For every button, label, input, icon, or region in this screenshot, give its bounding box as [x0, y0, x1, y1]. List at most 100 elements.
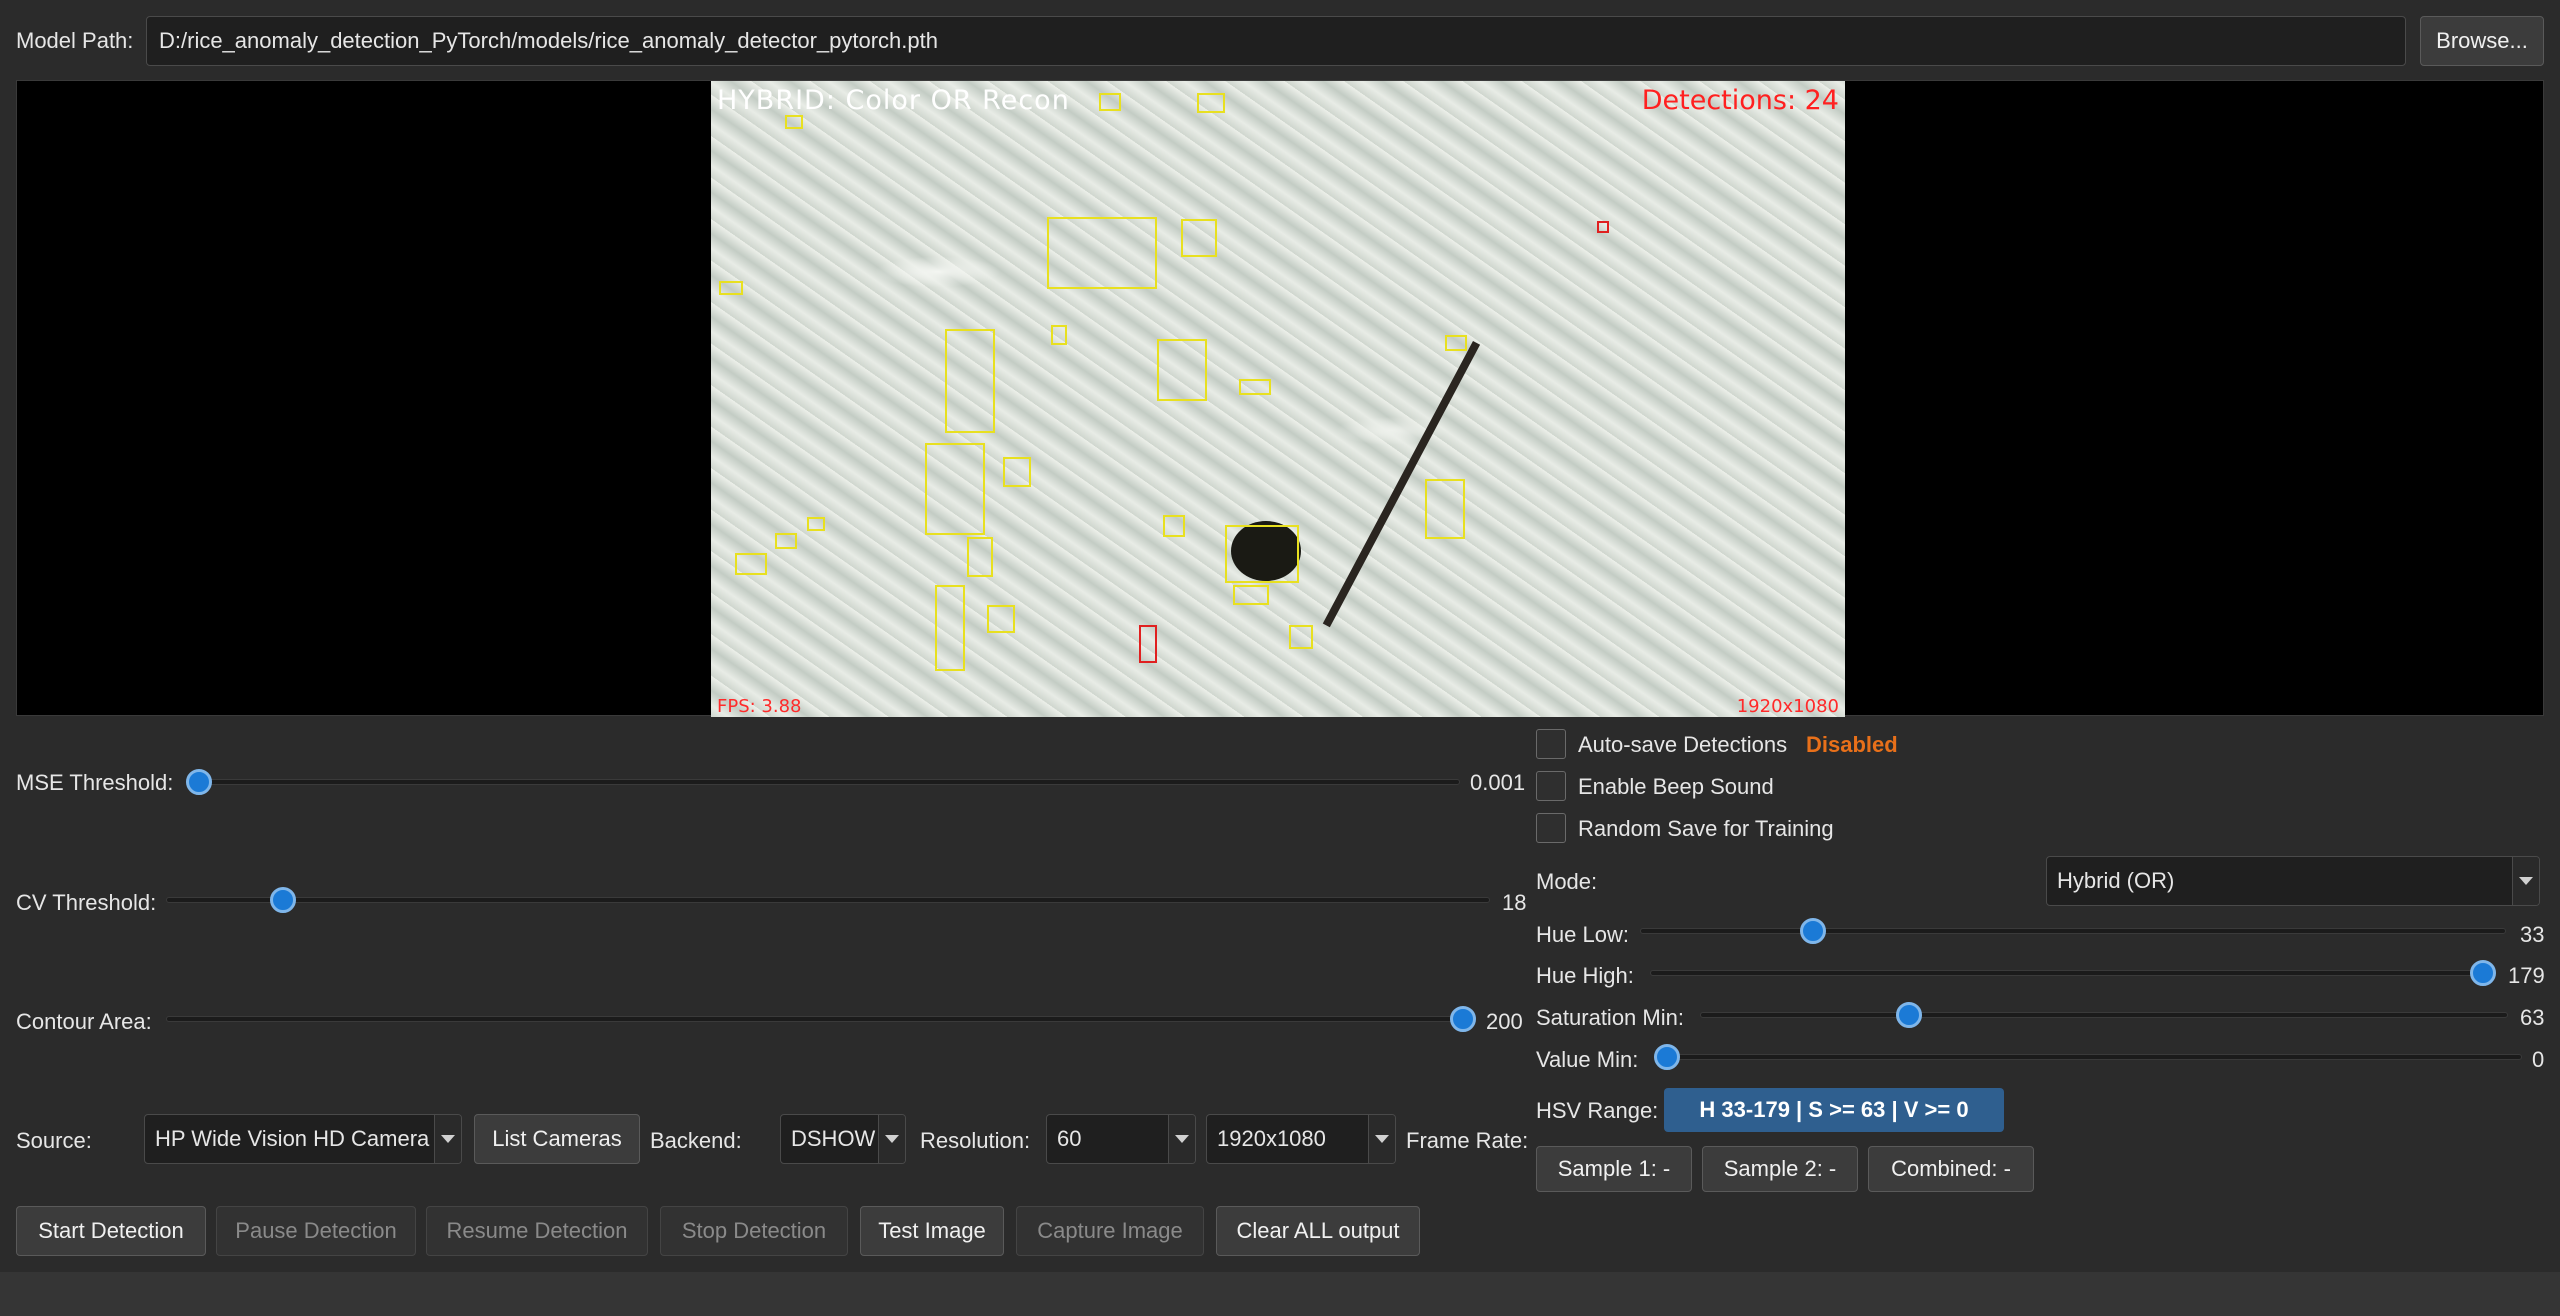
sample2-button[interactable]: Sample 2: - — [1702, 1146, 1858, 1192]
resolution-select[interactable]: 60 — [1046, 1114, 1196, 1164]
detection-box — [735, 553, 767, 575]
mode-select-value: Hybrid (OR) — [2057, 868, 2175, 893]
slider-handle[interactable] — [1800, 918, 1826, 944]
model-path-label: Model Path: — [16, 28, 134, 53]
capture-image-button[interactable]: Capture Image — [1016, 1206, 1204, 1256]
detection-box — [945, 329, 995, 433]
autosave-label: Auto-save Detections — [1578, 732, 1788, 757]
start-detection-button[interactable]: Start Detection — [16, 1206, 206, 1256]
backend-label: Backend: — [650, 1128, 742, 1153]
test-image-button[interactable]: Test Image — [860, 1206, 1004, 1256]
detection-box — [1425, 479, 1465, 539]
contour-area-value: 200 — [1486, 1009, 1523, 1034]
detection-box — [807, 517, 825, 531]
alert-box — [1597, 221, 1609, 233]
alert-box — [1139, 625, 1157, 663]
cv-threshold-slider[interactable] — [166, 887, 1490, 913]
resolution-select-value: 60 — [1057, 1126, 1082, 1151]
hue-low-slider[interactable] — [1640, 918, 2506, 944]
detection-box — [1197, 93, 1225, 113]
resolution-readout: 1920x1080 — [1736, 696, 1839, 717]
combined-button[interactable]: Combined: - — [1868, 1146, 2034, 1192]
slider-handle[interactable] — [1896, 1002, 1922, 1028]
slider-track — [166, 1016, 1476, 1022]
resume-detection-button[interactable]: Resume Detection — [426, 1206, 648, 1256]
chevron-down-icon — [1168, 1115, 1195, 1163]
model-path-input[interactable]: D:/rice_anomaly_detection_PyTorch/models… — [146, 16, 2406, 66]
slider-handle[interactable] — [186, 769, 212, 795]
hsv-range-badge: H 33-179 | S >= 63 | V >= 0 — [1664, 1088, 2004, 1132]
pause-detection-button[interactable]: Pause Detection — [216, 1206, 416, 1256]
random-save-checkbox[interactable] — [1536, 813, 1566, 843]
detection-box — [925, 443, 985, 535]
detection-box — [719, 281, 743, 295]
contour-area-label: Contour Area: — [16, 1009, 152, 1034]
detection-box — [1163, 515, 1185, 537]
hue-high-label: Hue High: — [1536, 963, 1634, 988]
detection-box — [935, 585, 965, 671]
detection-box — [1445, 335, 1467, 351]
detection-box — [1051, 325, 1067, 345]
slider-track — [1700, 1012, 2508, 1018]
cv-threshold-label: CV Threshold: — [16, 890, 157, 915]
stop-detection-button[interactable]: Stop Detection — [660, 1206, 848, 1256]
slider-handle[interactable] — [1654, 1044, 1680, 1070]
slider-track — [1650, 970, 2496, 976]
list-cameras-button[interactable]: List Cameras — [474, 1114, 640, 1164]
frame-size-select-value: 1920x1080 — [1217, 1126, 1326, 1151]
chevron-down-icon — [434, 1115, 461, 1163]
slider-handle[interactable] — [1450, 1006, 1476, 1032]
browse-button[interactable]: Browse... — [2420, 16, 2544, 66]
slider-track — [1640, 928, 2506, 934]
mse-threshold-value: 0.001 — [1470, 770, 1526, 795]
clear-all-output-button[interactable]: Clear ALL output — [1216, 1206, 1420, 1256]
detection-box — [967, 537, 993, 577]
slider-track — [186, 779, 1460, 785]
value-min-label: Value Min: — [1536, 1047, 1639, 1072]
chevron-down-icon — [878, 1115, 905, 1163]
frame-rate-label: Frame Rate: — [1406, 1128, 1529, 1153]
overlay-mode-text: HYBRID: Color OR Recon — [717, 85, 1070, 116]
fps-readout: FPS: 3.88 — [717, 696, 802, 717]
random-save-label: Random Save for Training — [1578, 816, 1834, 841]
saturation-min-label: Saturation Min: — [1536, 1005, 1684, 1030]
beep-label: Enable Beep Sound — [1578, 774, 1774, 799]
detection-box — [785, 115, 803, 129]
detection-box — [1157, 339, 1207, 401]
cv-threshold-value: 18 — [1502, 890, 1527, 915]
value-min-value: 0 — [2532, 1047, 2545, 1072]
source-select-value: HP Wide Vision HD Camera — [155, 1126, 430, 1151]
chevron-down-icon — [2512, 857, 2539, 905]
saturation-min-value: 63 — [2520, 1005, 2545, 1030]
sample1-button[interactable]: Sample 1: - — [1536, 1146, 1692, 1192]
source-label: Source: — [16, 1128, 92, 1153]
mode-select[interactable]: Hybrid (OR) — [2046, 856, 2540, 906]
frame-size-select[interactable]: 1920x1080 — [1206, 1114, 1396, 1164]
slider-handle[interactable] — [2470, 960, 2496, 986]
detection-box — [1289, 625, 1313, 649]
detection-box — [1239, 379, 1271, 395]
value-min-slider[interactable] — [1654, 1044, 2522, 1070]
mse-threshold-label: MSE Threshold: — [16, 770, 174, 795]
backend-select-value: DSHOW — [791, 1126, 876, 1151]
source-select[interactable]: HP Wide Vision HD Camera — [144, 1114, 462, 1164]
slider-handle[interactable] — [270, 887, 296, 913]
detection-box — [987, 605, 1015, 633]
hue-high-value: 179 — [2508, 963, 2545, 988]
video-panel: HYBRID: Color OR Recon Detections: 24 FP… — [16, 80, 2544, 717]
hue-low-label: Hue Low: — [1536, 922, 1629, 947]
contour-area-slider[interactable] — [166, 1006, 1476, 1032]
mse-threshold-slider[interactable] — [186, 769, 1460, 795]
detection-box — [1003, 457, 1031, 487]
mode-label: Mode: — [1536, 869, 1598, 894]
autosave-checkbox[interactable] — [1536, 729, 1566, 759]
saturation-min-slider[interactable] — [1700, 1002, 2508, 1028]
backend-select[interactable]: DSHOW — [780, 1114, 906, 1164]
hue-high-slider[interactable] — [1650, 960, 2496, 986]
autosave-status: Disabled — [1806, 732, 1898, 757]
slider-track — [166, 897, 1490, 903]
chevron-down-icon — [1368, 1115, 1395, 1163]
detections-count: Detections: 24 — [1641, 85, 1839, 116]
status-bar — [0, 1272, 2560, 1316]
beep-checkbox[interactable] — [1536, 771, 1566, 801]
